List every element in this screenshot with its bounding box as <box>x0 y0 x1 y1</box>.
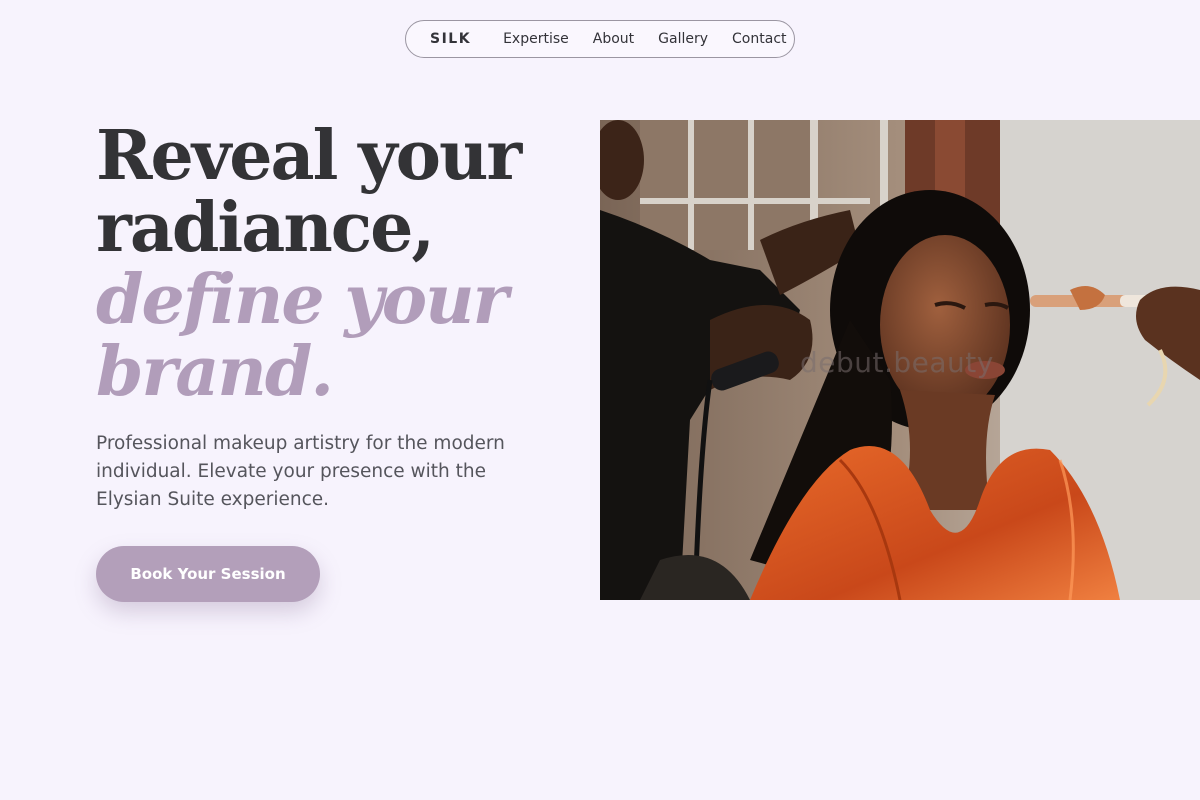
headline-line-1: Reveal your <box>96 116 522 196</box>
headline-line-2: radiance, <box>96 188 435 268</box>
nav-link-about[interactable]: About <box>593 31 634 47</box>
nav-links: Expertise About Gallery Contact <box>503 31 786 47</box>
hero-subtitle: Professional makeup artistry for the mod… <box>96 433 505 510</box>
headline-line-3: define your <box>96 260 508 340</box>
image-watermark: debut.beauty <box>800 346 994 379</box>
headline-line-4: brand. <box>96 332 334 412</box>
brand-logo[interactable]: SILK <box>430 31 471 47</box>
book-session-button[interactable]: Book Your Session <box>96 546 320 602</box>
top-nav: SILK Expertise About Gallery Contact <box>405 20 795 58</box>
hero-headline: Reveal your radiance, define your brand. <box>96 120 576 408</box>
nav-link-gallery[interactable]: Gallery <box>658 31 708 47</box>
nav-link-expertise[interactable]: Expertise <box>503 31 569 47</box>
hero-image: debut.beauty <box>600 120 1200 600</box>
nav-link-contact[interactable]: Contact <box>732 31 786 47</box>
